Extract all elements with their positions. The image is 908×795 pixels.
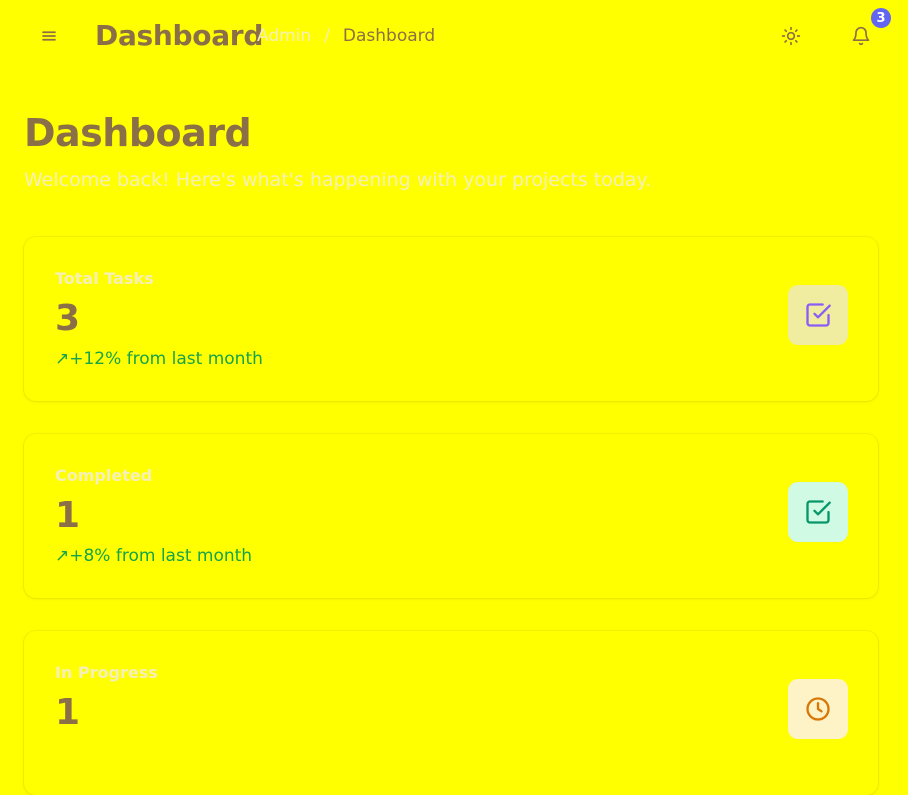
breadcrumb-current: Dashboard [342, 26, 436, 46]
stat-value: 1 [55, 692, 81, 733]
checkbox-check-icon [806, 500, 831, 524]
stat-icon-container [788, 285, 848, 345]
clock-icon [806, 697, 830, 721]
theme-toggle-button[interactable] [773, 18, 809, 54]
breadcrumb-admin-link[interactable]: Admin [257, 24, 311, 48]
stat-card-completed: Completed 1 ↗+8% from last month [24, 434, 878, 598]
stat-label: Completed [55, 466, 153, 485]
breadcrumb-separator: / [324, 26, 330, 46]
stat-icon-container [788, 679, 848, 739]
page-subtitle: Welcome back! Here's what's happening wi… [24, 169, 652, 191]
menu-button[interactable] [31, 18, 67, 54]
stat-value: 3 [55, 298, 81, 339]
stat-icon-container [788, 482, 848, 542]
stat-card-in-progress: In Progress 1 [24, 631, 878, 795]
stat-label: In Progress [55, 663, 158, 682]
checkbox-check-icon [806, 303, 831, 327]
stat-value: 1 [55, 495, 81, 536]
breadcrumb: Admin / Dashboard [257, 24, 435, 48]
page-title: Dashboard [24, 111, 252, 155]
app-title: Dashboard [95, 19, 264, 52]
stat-label: Total Tasks [55, 269, 154, 288]
bell-icon [852, 26, 870, 46]
top-header: Dashboard Admin / Dashboard 3 [0, 0, 908, 72]
stat-trend: ↗+8% from last month [55, 546, 253, 566]
sun-icon [781, 26, 801, 46]
notification-count-badge: 3 [871, 8, 891, 28]
stat-trend: ↗+12% from last month [55, 349, 263, 369]
stat-card-total-tasks: Total Tasks 3 ↗+12% from last month [24, 237, 878, 401]
hamburger-menu-icon [42, 31, 56, 41]
